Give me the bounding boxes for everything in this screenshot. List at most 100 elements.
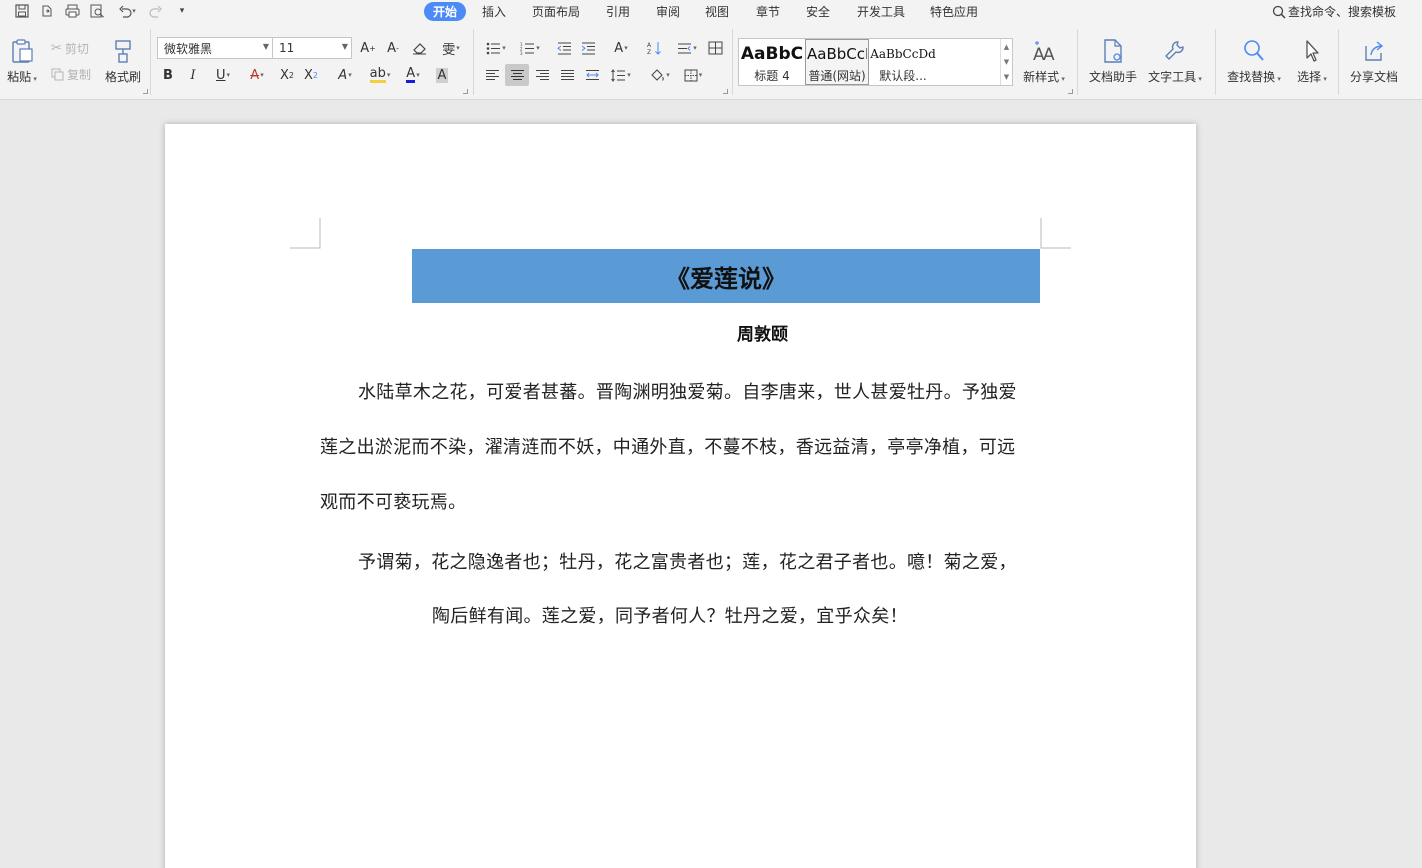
separator (150, 29, 151, 95)
select-button[interactable]: 选择 ▾ (1292, 37, 1332, 85)
font-size-value: 11 (279, 41, 295, 55)
tab-insert[interactable]: 插入 (474, 2, 514, 21)
document-assistant-label: 文档助手 (1088, 70, 1137, 84)
strikethrough-button[interactable]: A ▾ (242, 64, 272, 86)
style-sample: AaBbCcI (807, 44, 867, 63)
highlight-button[interactable]: ab ▾ (364, 64, 396, 86)
undo-icon[interactable]: ▾ (113, 2, 141, 20)
cut-label: 剪切 (64, 42, 89, 56)
format-painter-button[interactable]: 格式刷 (104, 37, 142, 85)
clipboard-icon (10, 37, 34, 65)
svg-text:A: A (647, 42, 652, 49)
cut-button[interactable]: ✂ 剪切 (51, 40, 89, 57)
search-command-box[interactable]: 查找命令、搜索模板 (1272, 2, 1396, 21)
character-shading-button[interactable]: A (431, 64, 453, 86)
customize-quick-access-icon[interactable]: ▾ (172, 2, 192, 20)
font-dialog-launcher[interactable] (463, 89, 468, 94)
style-heading-4[interactable]: AaBbC 标题 4 (739, 39, 805, 85)
italic-button[interactable]: I (182, 64, 204, 86)
magnifier-icon (1242, 37, 1266, 65)
format-painter-label: 格式刷 (104, 70, 141, 84)
text-tools-button[interactable]: 文字工具 ▾ (1146, 37, 1204, 85)
share-document-label: 分享文档 (1349, 70, 1398, 84)
style-sample: AaBbCcDd (870, 46, 936, 61)
paragraph-1-line[interactable]: 观而不可亵玩焉。 (320, 488, 466, 514)
font-size-combo[interactable]: 11 ▼ (272, 37, 352, 59)
align-right-button[interactable] (531, 64, 553, 86)
line-spacing-icon[interactable]: ▾ (672, 37, 702, 59)
document-assistant-button[interactable]: 文档助手 (1086, 37, 1140, 85)
document-page[interactable]: 《爱莲说》 周敦颐 水陆草木之花，可爱者甚蕃。晋陶渊明独爱菊。自李唐来，世人甚爱… (165, 124, 1196, 868)
output-icon[interactable] (37, 2, 57, 20)
tab-sections[interactable]: 章节 (748, 2, 788, 21)
font-color-button[interactable]: A ▾ (398, 64, 428, 86)
document-assistant-icon (1102, 37, 1124, 65)
paragraph-1-line[interactable]: 莲之出淤泥而不染，濯清涟而不妖，中通外直，不蔓不枝，香远益清，亭亭净植，可远 (320, 433, 1015, 459)
search-command-label: 查找命令、搜索模板 (1288, 5, 1397, 19)
paintbrush-icon (111, 37, 135, 65)
font-name-combo[interactable]: 微软雅黑 ▼ (157, 37, 273, 59)
align-center-button[interactable] (505, 64, 529, 86)
print-icon[interactable] (62, 2, 82, 20)
print-preview-icon[interactable] (87, 2, 107, 20)
table-borders-icon[interactable]: ▾ (678, 64, 708, 86)
tab-references[interactable]: 引用 (598, 2, 638, 21)
paragraph-2-line[interactable]: 陶后鲜有闻。莲之爱，同予者何人？牡丹之爱，宜乎众矣！ (432, 602, 908, 628)
new-style-icon: AA (1030, 37, 1058, 65)
subscript-button[interactable]: X2 (300, 64, 322, 86)
margin-corner-mark (290, 218, 321, 249)
chevron-up-icon[interactable]: ▲ (1004, 43, 1009, 51)
superscript-button[interactable]: X2 (276, 64, 298, 86)
save-icon[interactable] (12, 2, 32, 20)
increase-font-size-icon[interactable]: A + (357, 37, 379, 59)
paragraph-1-line[interactable]: 水陆草木之花，可爱者甚蕃。晋陶渊明独爱菊。自李唐来，世人甚爱牡丹。予独爱 (358, 378, 1017, 404)
chevron-down-icon[interactable]: ▼ (1004, 58, 1009, 66)
separator (732, 29, 733, 95)
distributed-align-button[interactable] (581, 64, 603, 86)
bullet-list-icon[interactable]: ▾ (481, 37, 511, 59)
text-effects-button[interactable]: A ▾ (330, 64, 360, 86)
menu-bar: ▾ ▾ 开始 插入 页面布局 引用 审阅 视图 章节 安全 开发工具 特色应用 … (0, 0, 1422, 23)
separator (1077, 29, 1078, 95)
styles-scroll[interactable]: ▲ ▼ ▼ (1000, 39, 1012, 85)
chevron-down-icon: ▼ (341, 42, 348, 51)
underline-button[interactable]: U ▾ (208, 64, 238, 86)
decrease-font-size-icon[interactable]: A- (382, 37, 404, 59)
wrench-icon (1163, 37, 1187, 65)
decrease-indent-icon[interactable] (553, 37, 575, 59)
find-replace-button[interactable]: 查找替换 ▾ (1225, 37, 1283, 85)
tab-page-layout[interactable]: 页面布局 (525, 2, 587, 21)
style-normal-web[interactable]: AaBbCcI 普通(网站) (805, 39, 869, 85)
paragraph-spacing-icon[interactable]: ▾ (606, 64, 636, 86)
borders-icon[interactable] (704, 37, 726, 59)
paragraph-2-line[interactable]: 予谓菊，花之隐逸者也；牡丹，花之富贵者也；莲，花之君子者也。噫！菊之爱， (358, 548, 1017, 574)
clear-formatting-icon[interactable] (408, 37, 430, 59)
styles-dialog-launcher[interactable] (1068, 89, 1073, 94)
tab-review[interactable]: 审阅 (648, 2, 688, 21)
increase-indent-icon[interactable] (577, 37, 599, 59)
text-direction-icon[interactable]: A ▾ (606, 37, 636, 59)
shading-icon[interactable]: ▾ (645, 64, 675, 86)
tab-view[interactable]: 视图 (697, 2, 737, 21)
sort-icon[interactable]: AZ (643, 37, 665, 59)
tab-developer[interactable]: 开发工具 (850, 2, 912, 21)
tab-security[interactable]: 安全 (798, 2, 838, 21)
bold-button[interactable]: B (157, 64, 179, 86)
ribbon-toolbar: 粘贴 ▾ ✂ 剪切 复制 格式刷 微软雅黑 ▼ 11 ▼ A + A- 雯 ▾ B … (0, 23, 1422, 100)
style-default-paragraph[interactable]: AaBbCcDd 默认段... (869, 39, 937, 85)
clipboard-dialog-launcher[interactable] (143, 89, 148, 94)
align-left-button[interactable] (481, 64, 503, 86)
paste-button[interactable]: 粘贴 ▾ (5, 37, 39, 85)
share-document-button[interactable]: 分享文档 (1347, 37, 1401, 85)
paragraph-dialog-launcher[interactable] (723, 89, 728, 94)
document-title[interactable]: 《爱莲说》 (412, 249, 1040, 303)
justify-button[interactable] (556, 64, 578, 86)
tab-home[interactable]: 开始 (424, 2, 466, 21)
copy-button[interactable]: 复制 (51, 66, 91, 83)
expand-gallery-icon[interactable]: ▼ (1004, 73, 1009, 81)
document-author[interactable]: 周敦颐 (412, 320, 1113, 345)
numbered-list-icon[interactable]: 1 2 3 ▾ (515, 37, 545, 59)
tab-special-apps[interactable]: 特色应用 (923, 2, 985, 21)
phonetic-guide-icon[interactable]: 雯 ▾ (436, 37, 466, 59)
new-style-button[interactable]: AA 新样式 ▾ (1020, 37, 1068, 85)
